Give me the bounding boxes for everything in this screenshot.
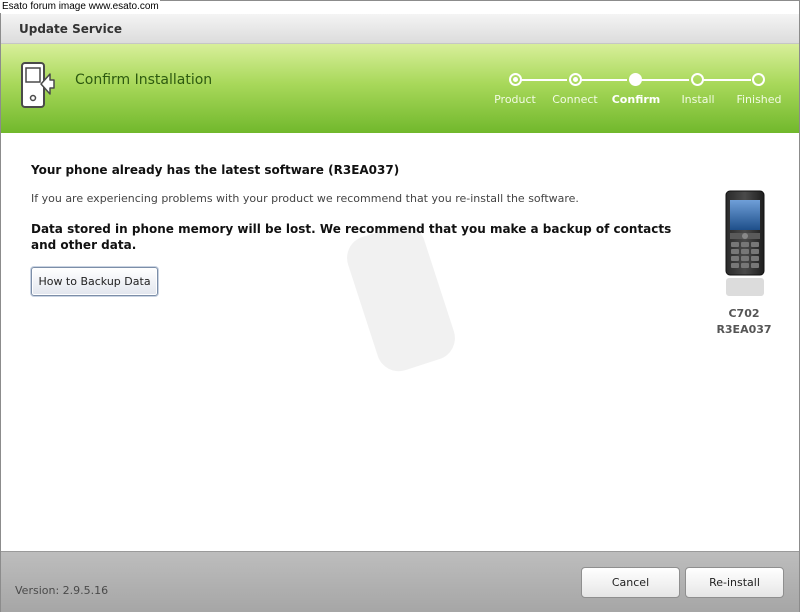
step-label-finished: Finished (736, 93, 782, 106)
step-indicator-confirm (629, 73, 642, 86)
how-to-backup-button[interactable]: How to Backup Data (31, 267, 158, 296)
footer-bar: Version: 2.9.5.16 Cancel Re-install (1, 551, 799, 612)
step-title: Confirm Installation (75, 72, 213, 88)
step-indicator-product (509, 73, 522, 86)
update-service-window: Update Service Confirm Installation Prod… (0, 0, 800, 612)
window-title: Update Service (19, 22, 122, 36)
mobile-phone-icon (725, 190, 765, 276)
wizard-progress: Product Connect Confirm Install Finished (489, 68, 789, 118)
wizard-header: Confirm Installation Product Connect Con… (1, 44, 799, 133)
reinstall-button[interactable]: Re-install (685, 567, 784, 598)
step-indicator-connect (569, 73, 582, 86)
step-connector (703, 79, 751, 81)
step-indicator-finished (752, 73, 765, 86)
data-loss-warning: Data stored in phone memory will be lost… (31, 222, 672, 252)
phone-update-icon (21, 62, 55, 108)
esato-watermark: Esato forum image www.esato.com (0, 0, 160, 13)
step-label-confirm: Confirm (611, 93, 661, 106)
main-content: Your phone already has the latest softwa… (1, 133, 799, 551)
device-firmware: R3EA037 (716, 323, 772, 336)
step-connector (641, 79, 689, 81)
step-label-install: Install (681, 93, 715, 106)
status-headline: Your phone already has the latest softwa… (31, 163, 400, 177)
step-label-connect: Connect (552, 93, 598, 106)
version-label: Version: 2.9.5.16 (15, 584, 109, 597)
title-bar: Update Service (1, 14, 799, 44)
reinstall-info: If you are experiencing problems with yo… (31, 192, 579, 205)
phone-reflection (726, 278, 764, 296)
cancel-button[interactable]: Cancel (581, 567, 680, 598)
device-model: C702 (728, 307, 760, 320)
step-connector (581, 79, 627, 81)
device-info: C702 R3EA037 (716, 188, 776, 338)
step-indicator-install (691, 73, 704, 86)
step-connector (521, 79, 567, 81)
